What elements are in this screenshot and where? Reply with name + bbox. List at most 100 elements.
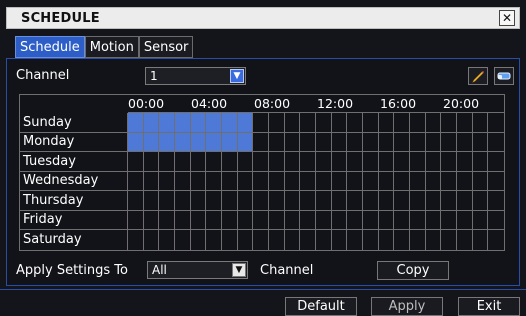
schedule-cell[interactable] — [425, 113, 442, 133]
schedule-cell[interactable] — [269, 152, 285, 172]
chevron-down-icon[interactable]: ▼ — [232, 263, 246, 277]
schedule-cell[interactable] — [237, 152, 254, 172]
apply-settings-select[interactable]: All ▼ — [147, 261, 248, 279]
schedule-cell[interactable] — [269, 113, 285, 133]
schedule-cell[interactable] — [331, 152, 348, 172]
chevron-down-icon[interactable]: ▼ — [230, 69, 244, 83]
default-button[interactable]: Default — [285, 297, 357, 316]
schedule-cell[interactable] — [363, 152, 379, 172]
schedule-cell[interactable] — [175, 152, 191, 172]
schedule-cell[interactable] — [222, 230, 238, 250]
schedule-cell[interactable] — [128, 113, 144, 133]
channel-select[interactable]: 1 ▼ — [145, 67, 246, 85]
schedule-cell[interactable] — [128, 132, 144, 153]
exit-button[interactable]: Exit — [458, 297, 520, 316]
schedule-cell[interactable] — [175, 230, 191, 250]
schedule-cell[interactable] — [347, 113, 363, 133]
schedule-cell[interactable] — [128, 210, 144, 231]
schedule-cell[interactable] — [222, 171, 238, 192]
eraser-button[interactable] — [494, 67, 514, 85]
schedule-cell[interactable] — [379, 230, 395, 250]
schedule-cell[interactable] — [472, 152, 489, 172]
schedule-cell[interactable] — [269, 191, 285, 211]
schedule-cell[interactable] — [441, 152, 457, 172]
schedule-cell[interactable] — [269, 230, 285, 250]
schedule-cell[interactable] — [253, 210, 269, 231]
schedule-cell[interactable] — [206, 210, 222, 231]
schedule-cell[interactable] — [363, 132, 379, 153]
schedule-cell[interactable] — [316, 191, 332, 211]
schedule-cell[interactable] — [284, 152, 301, 172]
schedule-cell[interactable] — [363, 191, 379, 211]
schedule-cell[interactable] — [143, 132, 160, 153]
schedule-cell[interactable] — [488, 152, 504, 172]
schedule-cell[interactable] — [394, 171, 410, 192]
schedule-cell[interactable] — [238, 230, 254, 250]
schedule-cell[interactable] — [472, 191, 489, 211]
schedule-cell[interactable] — [316, 171, 332, 192]
schedule-cell[interactable] — [128, 191, 144, 211]
schedule-cell[interactable] — [237, 113, 254, 133]
schedule-cell[interactable] — [269, 210, 285, 231]
schedule-cell[interactable] — [269, 132, 285, 153]
schedule-cell[interactable] — [394, 113, 410, 133]
schedule-cell[interactable] — [206, 113, 222, 133]
schedule-cell[interactable] — [410, 132, 426, 153]
schedule-cell[interactable] — [410, 210, 426, 231]
schedule-cell[interactable] — [347, 210, 363, 231]
schedule-cell[interactable] — [331, 171, 348, 192]
schedule-cell[interactable] — [316, 230, 332, 250]
schedule-cell[interactable] — [441, 230, 457, 250]
schedule-cell[interactable] — [206, 171, 222, 192]
schedule-cell[interactable] — [363, 113, 379, 133]
schedule-cell[interactable] — [488, 230, 504, 250]
schedule-cell[interactable] — [190, 171, 207, 192]
schedule-cell[interactable] — [378, 210, 395, 231]
schedule-cell[interactable] — [143, 113, 160, 133]
schedule-cell[interactable] — [159, 132, 175, 153]
close-button[interactable]: ✕ — [499, 10, 515, 26]
schedule-cell[interactable] — [363, 210, 379, 231]
schedule-cell[interactable] — [175, 132, 191, 153]
schedule-cell[interactable] — [473, 230, 489, 250]
schedule-cell[interactable] — [347, 230, 363, 250]
schedule-cell[interactable] — [378, 113, 395, 133]
schedule-cell[interactable] — [159, 230, 175, 250]
schedule-cell[interactable] — [300, 113, 316, 133]
schedule-cell[interactable] — [206, 191, 222, 211]
schedule-cell[interactable] — [410, 152, 426, 172]
schedule-cell[interactable] — [206, 152, 222, 172]
schedule-cell[interactable] — [316, 132, 332, 153]
schedule-cell[interactable] — [378, 152, 395, 172]
schedule-cell[interactable] — [159, 113, 175, 133]
schedule-cell[interactable] — [159, 171, 175, 192]
schedule-cell[interactable] — [253, 132, 269, 153]
schedule-cell[interactable] — [191, 230, 207, 250]
schedule-cell[interactable] — [175, 113, 191, 133]
schedule-cell[interactable] — [347, 152, 363, 172]
schedule-cell[interactable] — [457, 152, 473, 172]
schedule-cell[interactable] — [441, 191, 457, 211]
schedule-cell[interactable] — [425, 210, 442, 231]
schedule-cell[interactable] — [175, 210, 191, 231]
schedule-cell[interactable] — [441, 171, 457, 192]
schedule-cell[interactable] — [316, 210, 332, 231]
schedule-cell[interactable] — [300, 210, 316, 231]
schedule-cell[interactable] — [269, 171, 285, 192]
schedule-cell[interactable] — [378, 132, 395, 153]
schedule-cell[interactable] — [457, 191, 473, 211]
schedule-cell[interactable] — [410, 171, 426, 192]
schedule-cell[interactable] — [472, 210, 489, 231]
schedule-cell[interactable] — [331, 132, 348, 153]
schedule-cell[interactable] — [488, 211, 504, 231]
schedule-cell[interactable] — [347, 132, 363, 153]
tab-motion[interactable]: Motion — [84, 36, 139, 58]
schedule-cell[interactable] — [410, 191, 426, 211]
schedule-cell[interactable] — [457, 230, 473, 250]
schedule-cell[interactable] — [425, 191, 442, 211]
schedule-cell[interactable] — [175, 171, 191, 192]
schedule-cell[interactable] — [441, 132, 457, 153]
schedule-cell[interactable] — [331, 210, 348, 231]
schedule-cell[interactable] — [425, 132, 442, 153]
schedule-cell[interactable] — [159, 191, 175, 211]
